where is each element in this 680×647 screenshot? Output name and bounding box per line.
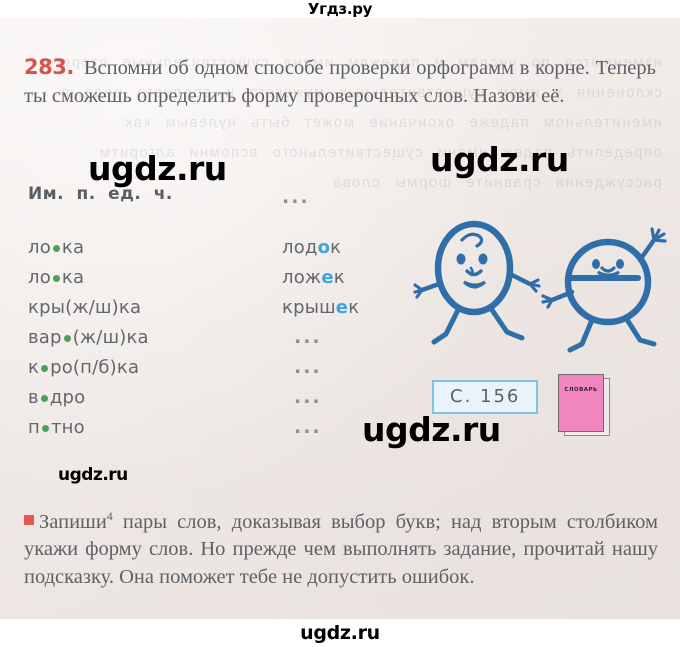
word-left: кры(ж/ш)ка [28, 297, 282, 318]
word-left-pre: вар [28, 326, 62, 348]
exercise-number: 283. [24, 54, 74, 79]
word-left-post: (ж/ш)ка [72, 326, 149, 348]
word-left-pre: в [28, 386, 39, 408]
word-left: в дро [28, 387, 282, 408]
letter-e-face [592, 259, 624, 269]
word-left-pre: ло [28, 266, 51, 288]
orthogram-dot [63, 334, 71, 342]
word-right-placeholder: ... [294, 416, 322, 438]
word-left-post: тно [50, 416, 85, 438]
letter-e-character [541, 227, 667, 353]
orthogram-dot [41, 424, 49, 432]
table-row: п тно ... [28, 412, 408, 442]
word-right-highlight: е [321, 266, 334, 288]
word-right-post: к [330, 236, 342, 258]
word-left: п тно [28, 417, 282, 438]
scanned-textbook-page: изменяются по числам и падежам имена сущ… [0, 18, 680, 619]
word-left-pre: п [28, 416, 40, 438]
exercise-intro-text: Вспомни об одном способе проверки орфогр… [24, 56, 656, 107]
case-value-placeholder: ... [282, 186, 310, 208]
word-left: вар (ж/ш)ка [28, 327, 282, 348]
table-row: кры(ж/ш)ка крышек [28, 292, 408, 322]
orthogram-dot [52, 274, 60, 282]
word-left-pre: кры(ж/ш)ка [28, 296, 142, 318]
orthogram-dot [52, 244, 60, 252]
letter-characters-illustration [412, 216, 674, 376]
watermark-bottom: ugdz.ru [300, 622, 380, 644]
table-row: ло ка лодок [28, 232, 408, 262]
dictionary-book-icon: СЛОВАРЬ [556, 374, 612, 436]
book-front-cover: СЛОВАРЬ [558, 374, 604, 432]
word-left: ло ка [28, 267, 282, 288]
word-left-pre: ло [28, 236, 51, 258]
word-left: ло ка [28, 237, 282, 258]
word-right-placeholder: ... [294, 386, 322, 408]
table-row: ло ка ложек [28, 262, 408, 292]
word-left-post: ка [61, 236, 85, 258]
letter-o-character [413, 220, 541, 345]
word-right: ложек [282, 267, 345, 288]
table-row: вар (ж/ш)ка ... [28, 322, 408, 352]
red-square-bullet-icon [24, 515, 34, 526]
word-right-placeholder: ... [294, 356, 322, 378]
bottom-watermark-band: ugdz.ru [0, 619, 680, 647]
word-left-pre: к [28, 356, 40, 378]
task-text: пары слов, доказывая выбор букв; над вто… [24, 510, 658, 589]
word-left-post: ро(п/б)ка [50, 356, 140, 378]
word-left-post: дро [49, 386, 86, 408]
illustration-svg [413, 220, 667, 353]
word-left: к ро(п/б)ка [28, 357, 282, 378]
word-pairs-table: ло ка лодок ло ка ложек кры(ж/ш)ка крышек … [28, 232, 408, 442]
table-row: к ро(п/б)ка ... [28, 352, 408, 382]
letter-o-face [456, 253, 488, 265]
book-title: СЛОВАРЬ [564, 387, 598, 393]
table-row: в дро ... [28, 382, 408, 412]
watermark-page-b: ugdz.ru [430, 140, 569, 179]
word-left-post: ка [61, 266, 85, 288]
watermark-page-c: ugdz.ru [362, 410, 501, 449]
task-paragraph: Запиши4 пары слов, доказывая выбор букв;… [24, 502, 658, 592]
word-right: лодок [282, 237, 341, 258]
word-right-pre: лож [282, 266, 322, 288]
orthogram-dot [41, 364, 49, 372]
watermark-page-d: ugdz.ru [58, 465, 128, 485]
watermark-top: Угдз.ру [307, 0, 373, 18]
word-right-highlight: о [317, 236, 331, 258]
orthogram-dot [40, 394, 48, 402]
task-label: Запиши [39, 510, 107, 533]
page-reference-box[interactable]: С. 156 [432, 380, 539, 414]
word-right-post: к [333, 266, 345, 288]
word-right-post: к [348, 296, 360, 318]
word-right-pre: крыш [282, 296, 336, 318]
word-right-highlight: е [335, 296, 349, 318]
top-watermark-band: Угдз.ру [0, 0, 680, 18]
word-right-pre: лод [282, 236, 318, 258]
exercise-intro-paragraph: 283. Вспомни об одном способе проверки ор… [24, 53, 656, 110]
watermark-page-a: ugdz.ru [88, 149, 227, 188]
letter-e-details [597, 266, 620, 279]
word-right: крышек [282, 297, 359, 318]
word-right-placeholder: ... [294, 326, 322, 348]
